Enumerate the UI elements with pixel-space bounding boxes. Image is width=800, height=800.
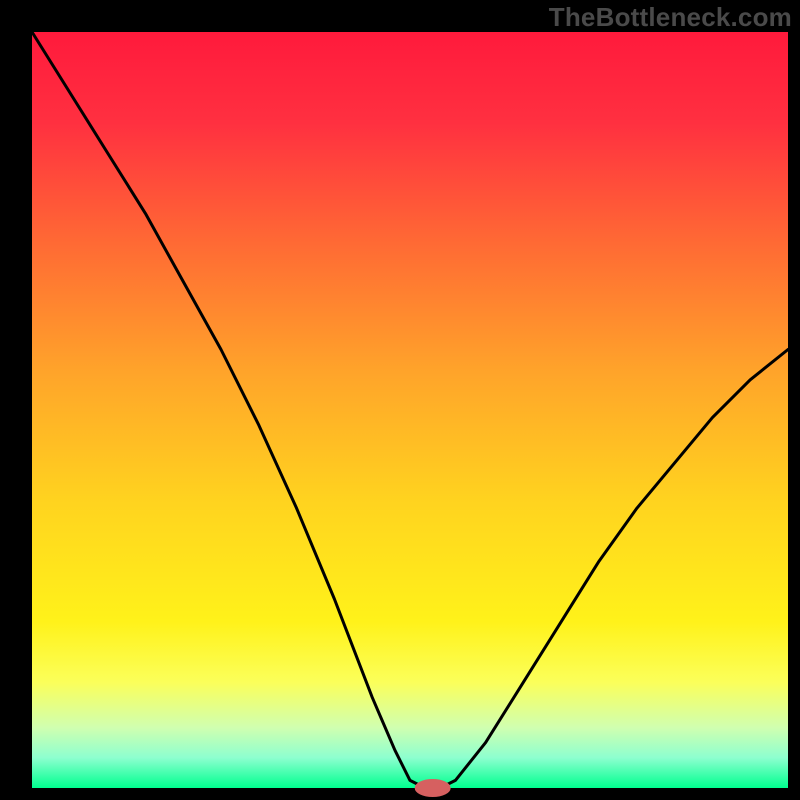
gradient-background xyxy=(32,32,788,788)
optimal-marker xyxy=(415,779,451,797)
bottleneck-chart xyxy=(0,0,800,800)
watermark-text: TheBottleneck.com xyxy=(549,2,792,33)
chart-wrap: TheBottleneck.com xyxy=(0,0,800,800)
